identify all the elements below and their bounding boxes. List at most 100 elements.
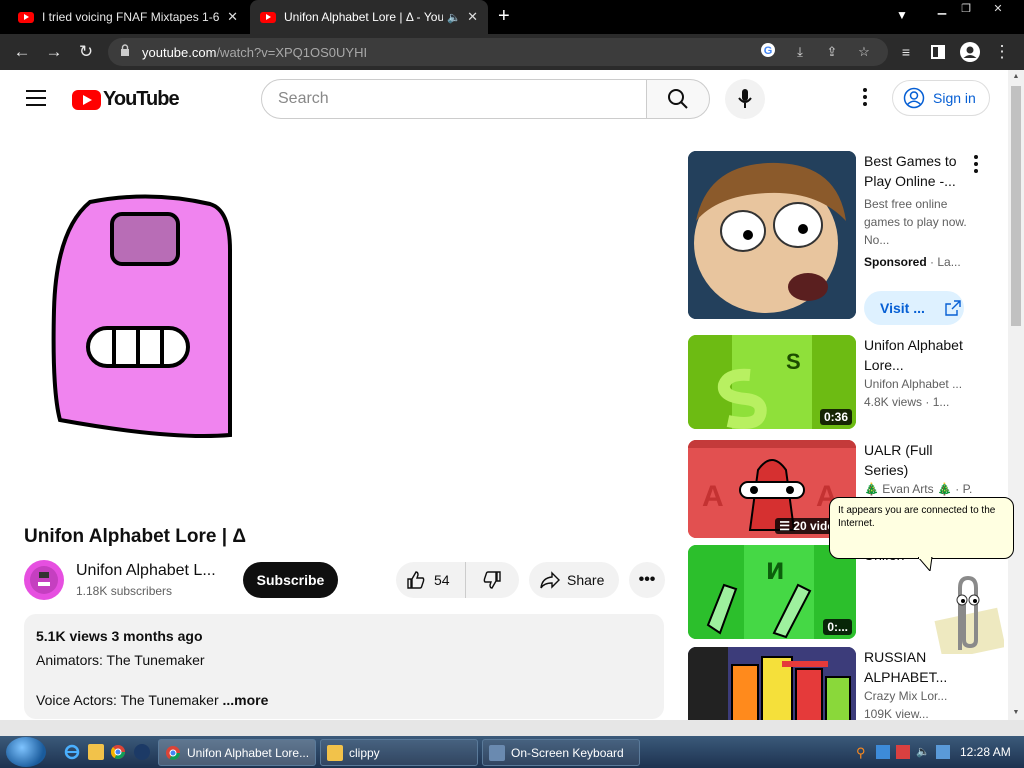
reload-icon[interactable]: ↻: [74, 40, 98, 64]
voice-search-button[interactable]: [725, 79, 765, 119]
close-tab-icon[interactable]: ✕: [227, 9, 238, 25]
taskbar-on-screen-keyboard[interactable]: On-Screen Keyboard: [482, 739, 640, 766]
video-thumbnail[interactable]: S 0:36: [688, 335, 856, 429]
channel-name[interactable]: 🎄 Evan Arts 🎄 · P...: [864, 480, 972, 498]
search-tray-icon[interactable]: ⚲: [856, 745, 870, 760]
file-explorer-icon[interactable]: [88, 744, 104, 760]
reading-list-icon[interactable]: ≡: [894, 40, 918, 64]
video-thumbnail[interactable]: И 0:...: [688, 545, 856, 639]
youtube-favicon-icon: [260, 11, 276, 23]
channel-name[interactable]: Unifon Alphabet L...: [76, 562, 216, 580]
scroll-down-arrow-icon[interactable]: ▼: [1008, 706, 1024, 720]
new-tab-button[interactable]: +: [498, 5, 510, 28]
clippy-message: It appears you are connected to the Inte…: [838, 505, 996, 529]
bubble-tail: [918, 557, 933, 571]
clock[interactable]: 12:28 AM: [960, 745, 1011, 759]
share-button[interactable]: Share: [529, 562, 619, 598]
hamburger-menu-icon[interactable]: [26, 90, 46, 106]
restore-icon[interactable]: ❐: [952, 2, 980, 18]
ad-thumbnail[interactable]: [688, 151, 856, 319]
close-tab-icon[interactable]: ✕: [467, 9, 478, 25]
external-link-icon: [945, 300, 961, 316]
clippy-speech-bubble[interactable]: It appears you are connected to the Inte…: [829, 497, 1014, 571]
sponsored-ad[interactable]: Best Games to Play Online -... Best free…: [688, 151, 988, 331]
back-arrow-icon[interactable]: ←: [10, 40, 34, 64]
view-count-date: 5.1K views 3 months ago: [36, 628, 203, 644]
ad-menu-kebab-icon[interactable]: [974, 155, 980, 173]
browser-toolbar: ← → ↻ youtube.com/watch?v=XPQ1OS0UYHI G …: [0, 34, 1024, 70]
scroll-up-arrow-icon[interactable]: ▲: [1008, 70, 1024, 84]
youtube-logo[interactable]: YouTube: [72, 88, 180, 111]
svg-text:И: И: [766, 560, 784, 585]
share-arrow-icon: [540, 571, 560, 589]
taskbar-chrome-window[interactable]: Unifon Alphabet Lore...: [158, 739, 316, 766]
channel-avatar[interactable]: [24, 560, 64, 600]
tab-search-chevron-icon[interactable]: ▼: [896, 8, 908, 22]
subscribe-button[interactable]: Subscribe: [243, 562, 338, 598]
display-tray-icon[interactable]: [936, 745, 950, 759]
sign-in-button[interactable]: Sign in: [892, 80, 990, 116]
recommended-video[interactable]: RUSSIAN ALPHABET... Crazy Mix Lor... 109…: [688, 647, 988, 720]
svg-text:S: S: [786, 349, 801, 374]
search-button[interactable]: [646, 79, 710, 119]
ad-info: Best Games to Play Online -... Best free…: [864, 151, 972, 271]
video-title: Unifon Alphabet Lore | Δ: [24, 526, 246, 547]
video-thumbnail[interactable]: [688, 647, 856, 720]
tab-title: I tried voicing FNAF Mixtapes 1-6: [42, 10, 220, 24]
start-button[interactable]: [6, 737, 46, 767]
page-scrollbar[interactable]: ▲ ▼: [1008, 70, 1024, 720]
close-window-icon[interactable]: ✕: [984, 2, 1012, 18]
description-box[interactable]: 5.1K views 3 months ago Animators: The T…: [24, 614, 664, 719]
channel-name[interactable]: Crazy Mix Lor...: [864, 687, 972, 705]
chrome-icon[interactable]: [110, 744, 126, 760]
volume-icon[interactable]: 🔈: [916, 745, 930, 759]
network-tray-icon[interactable]: [876, 745, 890, 759]
browser-tab-unifon[interactable]: Unifon Alphabet Lore | Δ - YouTube 🔈 ✕: [250, 0, 488, 34]
speaker-icon[interactable]: 🔈: [447, 11, 461, 24]
action-center-icon[interactable]: [896, 745, 910, 759]
side-panel-icon[interactable]: [926, 40, 950, 64]
url-text: youtube.com/watch?v=XPQ1OS0UYHI: [142, 45, 368, 60]
media-app-icon[interactable]: [134, 744, 150, 760]
search-icon: [668, 89, 688, 109]
profile-icon[interactable]: [958, 40, 982, 64]
youtube-page: YouTube Search Sign in Unifon Alphabet L…: [0, 70, 1008, 720]
internet-explorer-icon[interactable]: [64, 744, 80, 760]
like-dislike-group: 54: [396, 562, 519, 598]
install-app-icon[interactable]: ⤓: [790, 42, 810, 62]
duration-badge: 0:36: [819, 409, 852, 425]
chrome-icon: [166, 745, 180, 760]
subscriber-count: 1.18K subscribers: [76, 584, 173, 598]
tab-title: Unifon Alphabet Lore | Δ - YouTube: [284, 10, 444, 24]
show-more-link[interactable]: ...more: [223, 692, 269, 708]
folder-icon: [327, 744, 343, 761]
recommended-video[interactable]: S 0:36 Unifon Alphabet Lore... Unifon Al…: [688, 335, 988, 429]
youtube-play-icon: [72, 89, 101, 110]
like-button[interactable]: 54: [396, 562, 466, 598]
dislike-button[interactable]: [466, 570, 518, 590]
browser-tab-fnaf[interactable]: I tried voicing FNAF Mixtapes 1-6 ✕: [8, 0, 248, 34]
search-input[interactable]: Search: [261, 79, 647, 119]
forward-arrow-icon[interactable]: →: [42, 40, 66, 64]
bookmark-star-icon[interactable]: ☆: [854, 42, 874, 62]
share-page-icon[interactable]: ⇪: [822, 42, 842, 62]
duration-badge: 0:...: [823, 619, 852, 635]
more-actions-button[interactable]: •••: [629, 562, 665, 598]
scrollbar-thumb[interactable]: [1011, 86, 1021, 326]
horizontal-scrollbar[interactable]: [0, 720, 1024, 736]
channel-name[interactable]: Unifon Alphabet ...: [864, 375, 972, 393]
video-player[interactable]: [24, 150, 664, 510]
playlist-title[interactable]: UALR (Full Series): [864, 440, 972, 480]
settings-kebab-icon[interactable]: [855, 88, 875, 110]
ad-title[interactable]: Best Games to Play Online -...: [864, 151, 972, 191]
visit-site-button[interactable]: Visit ...: [864, 291, 964, 325]
clippy-paperclip-icon[interactable]: [930, 574, 1004, 654]
taskbar-clippy-folder[interactable]: clippy: [320, 739, 478, 766]
address-bar[interactable]: youtube.com/watch?v=XPQ1OS0UYHI G ⤓ ⇪ ☆: [108, 38, 888, 66]
video-title[interactable]: Unifon Alphabet Lore...: [864, 335, 972, 375]
ad-sponsor-line: Sponsored · La...: [864, 255, 961, 269]
ad-description: Best free online games to play now. No..…: [864, 197, 967, 247]
browser-menu-icon[interactable]: ⋮: [990, 40, 1014, 64]
browser-tab-strip: I tried voicing FNAF Mixtapes 1-6 ✕ Unif…: [0, 0, 1024, 34]
google-icon[interactable]: G: [758, 42, 778, 62]
